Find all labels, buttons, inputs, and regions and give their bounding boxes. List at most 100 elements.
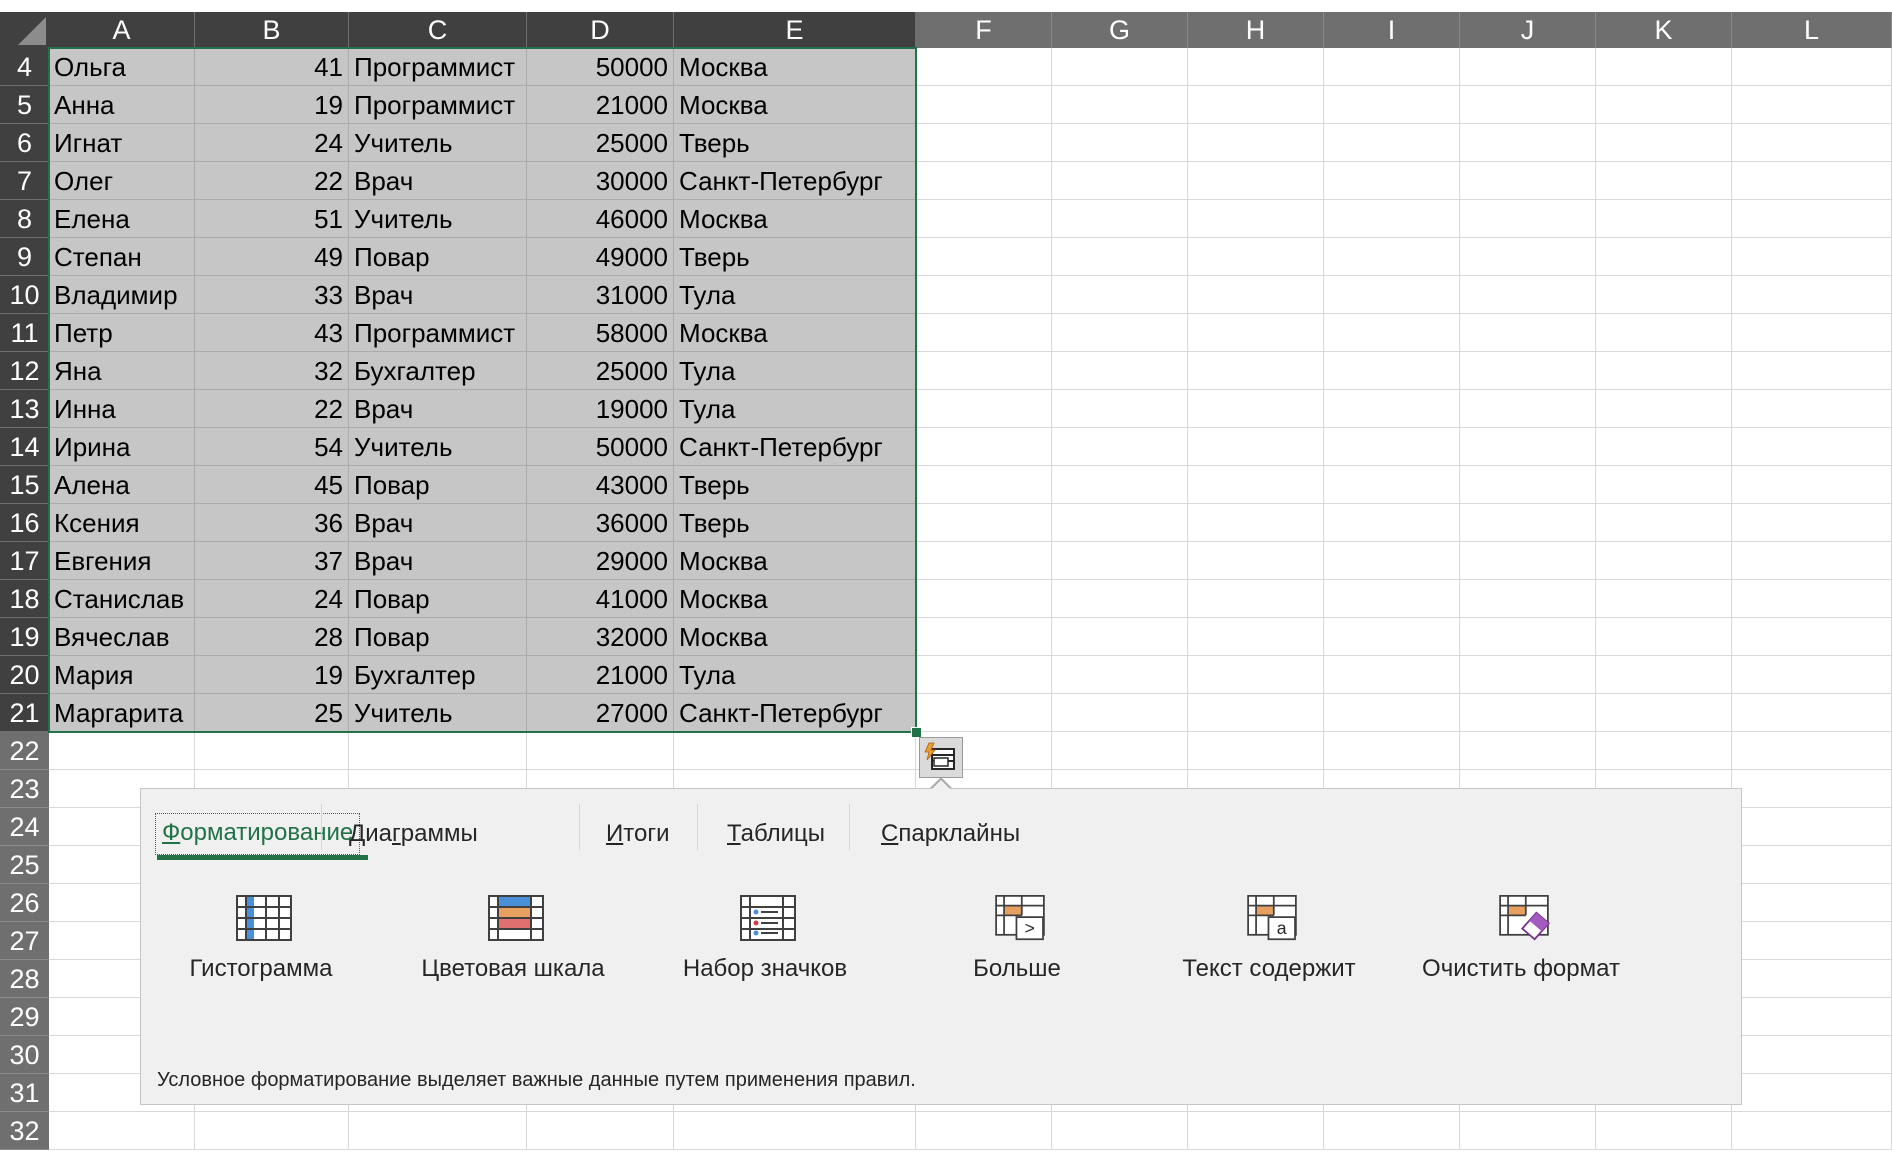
row-header[interactable]: 22	[0, 732, 49, 770]
cell-a[interactable]: Игнат	[49, 124, 195, 162]
empty-cell[interactable]	[1732, 162, 1892, 200]
column-header-h[interactable]: H	[1188, 12, 1324, 48]
empty-cell[interactable]	[1460, 352, 1596, 390]
empty-cell[interactable]	[1324, 732, 1460, 770]
empty-cell[interactable]	[1188, 200, 1324, 238]
empty-cell[interactable]	[1732, 504, 1892, 542]
empty-cell[interactable]	[1052, 428, 1188, 466]
row-header[interactable]: 6	[0, 124, 49, 162]
empty-cell[interactable]	[1188, 580, 1324, 618]
cell-a[interactable]: Мария	[49, 656, 195, 694]
cell-b[interactable]: 19	[195, 656, 349, 694]
cell-a[interactable]: Маргарита	[49, 694, 195, 732]
empty-cell[interactable]	[1052, 656, 1188, 694]
cell-a[interactable]: Ирина	[49, 428, 195, 466]
cell-a[interactable]: Олег	[49, 162, 195, 200]
empty-cell[interactable]	[1732, 884, 1892, 922]
empty-cell[interactable]	[1324, 352, 1460, 390]
quick-analysis-button[interactable]	[919, 737, 963, 778]
column-header-g[interactable]: G	[1052, 12, 1188, 48]
empty-cell[interactable]	[1460, 86, 1596, 124]
empty-cell[interactable]	[1188, 466, 1324, 504]
empty-cell[interactable]	[1052, 390, 1188, 428]
empty-cell[interactable]	[1732, 922, 1892, 960]
empty-cell[interactable]	[1324, 390, 1460, 428]
empty-cell[interactable]	[1596, 732, 1732, 770]
empty-cell[interactable]	[1732, 998, 1892, 1036]
row-header[interactable]: 30	[0, 1036, 49, 1074]
empty-cell[interactable]	[195, 732, 349, 770]
empty-cell[interactable]	[1324, 542, 1460, 580]
cell-a[interactable]: Яна	[49, 352, 195, 390]
cell-e[interactable]: Санкт-Петербург	[674, 694, 916, 732]
empty-cell[interactable]	[1596, 124, 1732, 162]
empty-cell[interactable]	[1732, 86, 1892, 124]
empty-cell[interactable]	[1596, 580, 1732, 618]
empty-cell[interactable]	[1732, 846, 1892, 884]
cell-e[interactable]: Тверь	[674, 238, 916, 276]
empty-cell[interactable]	[1188, 656, 1324, 694]
empty-cell[interactable]	[1188, 732, 1324, 770]
empty-cell[interactable]	[1596, 618, 1732, 656]
empty-cell[interactable]	[1188, 276, 1324, 314]
cell-d[interactable]: 43000	[527, 466, 674, 504]
row-header[interactable]: 10	[0, 276, 49, 314]
cell-c[interactable]: Бухгалтер	[349, 656, 527, 694]
cell-b[interactable]: 24	[195, 124, 349, 162]
cell-d[interactable]: 58000	[527, 314, 674, 352]
column-header-e[interactable]: E	[674, 12, 916, 48]
empty-cell[interactable]	[1596, 542, 1732, 580]
empty-cell[interactable]	[1324, 656, 1460, 694]
empty-cell[interactable]	[49, 1112, 195, 1150]
empty-cell[interactable]	[195, 1112, 349, 1150]
cell-d[interactable]: 30000	[527, 162, 674, 200]
empty-cell[interactable]	[1052, 48, 1188, 86]
cell-e[interactable]: Тула	[674, 656, 916, 694]
empty-cell[interactable]	[1732, 1074, 1892, 1112]
cell-c[interactable]: Врач	[349, 504, 527, 542]
cell-a[interactable]: Ольга	[49, 48, 195, 86]
cell-c[interactable]: Учитель	[349, 200, 527, 238]
cell-a[interactable]: Анна	[49, 86, 195, 124]
empty-cell[interactable]	[916, 694, 1052, 732]
empty-cell[interactable]	[1460, 656, 1596, 694]
empty-cell[interactable]	[1324, 48, 1460, 86]
empty-cell[interactable]	[1324, 504, 1460, 542]
empty-cell[interactable]	[916, 276, 1052, 314]
row-header[interactable]: 11	[0, 314, 49, 352]
empty-cell[interactable]	[1596, 428, 1732, 466]
empty-cell[interactable]	[1732, 1036, 1892, 1074]
empty-cell[interactable]	[1324, 124, 1460, 162]
empty-cell[interactable]	[349, 732, 527, 770]
row-header[interactable]: 13	[0, 390, 49, 428]
cell-b[interactable]: 22	[195, 390, 349, 428]
empty-cell[interactable]	[1324, 86, 1460, 124]
cell-b[interactable]: 28	[195, 618, 349, 656]
cell-a[interactable]: Станислав	[49, 580, 195, 618]
empty-cell[interactable]	[916, 86, 1052, 124]
cell-b[interactable]: 32	[195, 352, 349, 390]
empty-cell[interactable]	[916, 352, 1052, 390]
empty-cell[interactable]	[1596, 86, 1732, 124]
cell-c[interactable]: Программист	[349, 86, 527, 124]
cell-b[interactable]: 37	[195, 542, 349, 580]
cell-a[interactable]: Владимир	[49, 276, 195, 314]
empty-cell[interactable]	[916, 48, 1052, 86]
empty-cell[interactable]	[349, 1112, 527, 1150]
empty-cell[interactable]	[1596, 656, 1732, 694]
tab-totals[interactable]: Итоги	[606, 813, 669, 855]
empty-cell[interactable]	[1052, 200, 1188, 238]
row-header[interactable]: 9	[0, 238, 49, 276]
cell-d[interactable]: 36000	[527, 504, 674, 542]
empty-cell[interactable]	[1052, 504, 1188, 542]
cell-e[interactable]: Тула	[674, 352, 916, 390]
column-header-j[interactable]: J	[1460, 12, 1596, 48]
cell-c[interactable]: Врач	[349, 276, 527, 314]
empty-cell[interactable]	[916, 504, 1052, 542]
empty-cell[interactable]	[1596, 276, 1732, 314]
empty-cell[interactable]	[1596, 504, 1732, 542]
empty-cell[interactable]	[1732, 580, 1892, 618]
empty-cell[interactable]	[674, 1112, 916, 1150]
row-header[interactable]: 28	[0, 960, 49, 998]
cell-d[interactable]: 25000	[527, 124, 674, 162]
